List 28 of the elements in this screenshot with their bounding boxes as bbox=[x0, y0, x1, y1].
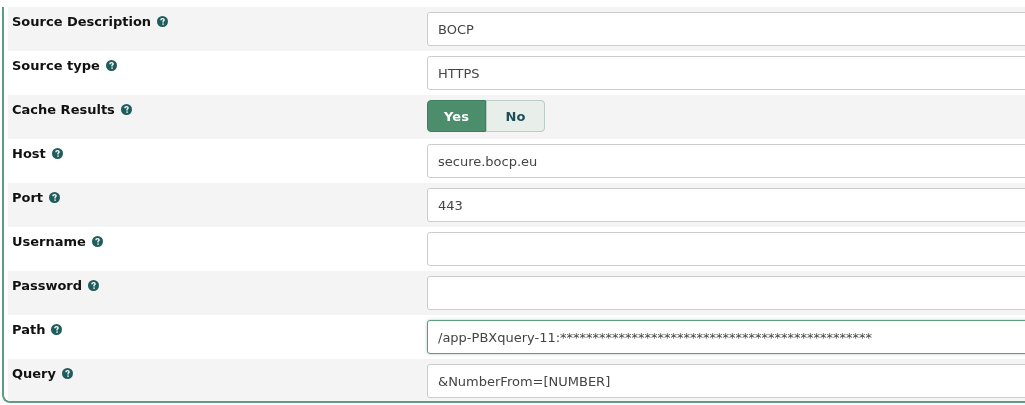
toggle-option[interactable]: Yes bbox=[427, 100, 486, 132]
text-field[interactable]: /app-PBXquery-11:************************************************ bbox=[427, 320, 1025, 354]
text-field[interactable]: 443 bbox=[427, 188, 1025, 222]
help-icon[interactable] bbox=[51, 148, 63, 159]
field-label: Query bbox=[12, 366, 56, 381]
help-icon[interactable] bbox=[51, 324, 63, 335]
help-icon[interactable] bbox=[105, 60, 117, 71]
text-field[interactable] bbox=[427, 276, 1025, 310]
text-field[interactable]: HTTPS bbox=[427, 56, 1025, 90]
field-label: Source Description bbox=[12, 14, 152, 29]
field-label: Username bbox=[12, 234, 86, 249]
text-field[interactable]: secure.bocp.eu bbox=[427, 144, 1025, 178]
text-field[interactable]: BOCP bbox=[427, 12, 1025, 46]
field-label: Host bbox=[12, 146, 46, 161]
field-label: Cache Results bbox=[12, 102, 115, 117]
text-field[interactable] bbox=[427, 232, 1025, 266]
field-label: Password bbox=[12, 278, 83, 293]
help-icon[interactable] bbox=[62, 368, 73, 379]
help-icon[interactable] bbox=[49, 192, 61, 203]
help-icon[interactable] bbox=[157, 16, 169, 27]
text-field[interactable]: &NumberFrom=[NUMBER] bbox=[427, 364, 1025, 398]
field-label: Path bbox=[12, 322, 46, 337]
help-icon[interactable] bbox=[120, 104, 132, 115]
toggle-option[interactable]: No bbox=[486, 100, 545, 132]
help-icon[interactable] bbox=[88, 280, 100, 291]
field-label: Source type bbox=[12, 58, 100, 73]
field-label: Port bbox=[12, 190, 44, 205]
help-icon[interactable] bbox=[91, 236, 103, 247]
